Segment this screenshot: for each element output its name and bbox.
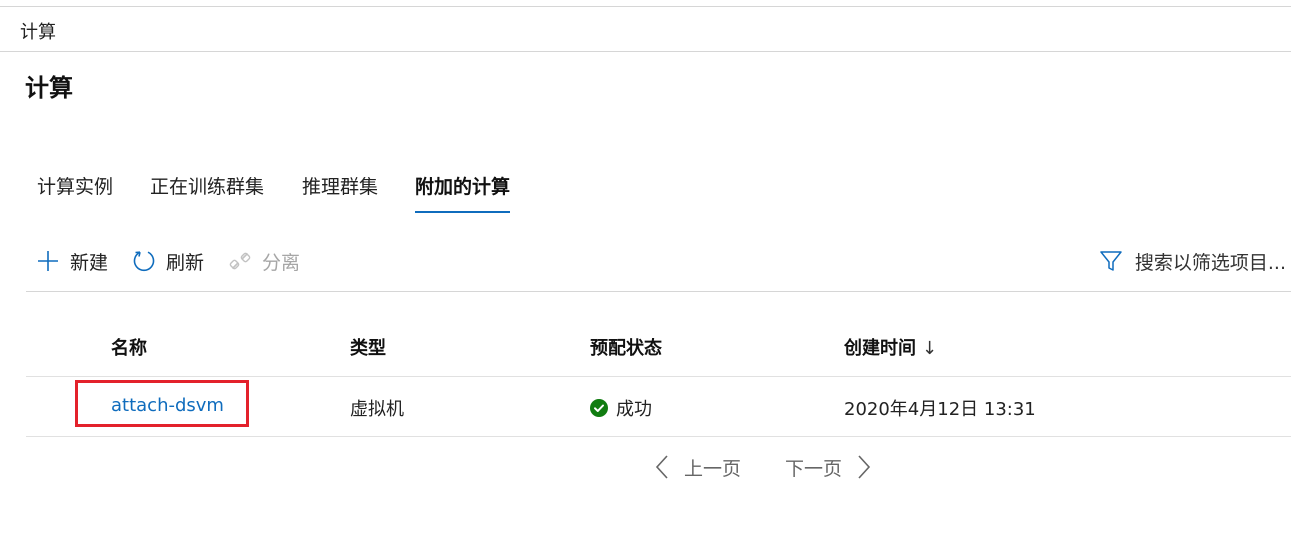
sort-descending-icon: ↓ [922,338,938,359]
breadcrumb[interactable]: 计算 [20,18,56,44]
tab-inference-clusters[interactable]: 推理群集 [302,172,378,209]
detach-button-label: 分离 [262,251,301,274]
column-header-created[interactable]: 创建时间 ↓ [844,334,937,360]
success-check-icon [590,399,608,417]
column-header-created-label: 创建时间 [844,338,916,359]
search-filter-input[interactable]: 搜索以筛选项目... [1099,244,1286,278]
unlink-icon [229,252,251,270]
previous-page-button[interactable]: 上一页 [654,452,741,482]
next-page-button[interactable]: 下一页 [785,452,872,482]
filter-icon [1100,251,1122,271]
detach-button[interactable]: 分离 [228,244,300,278]
page-title: 计算 [25,74,73,102]
new-button[interactable]: 新建 [36,244,108,278]
refresh-button[interactable]: 刷新 [132,244,204,278]
top-divider [0,6,1291,7]
tab-attached-compute[interactable]: 附加的计算 [415,172,511,213]
status-label: 成功 [616,399,652,420]
plus-icon [38,251,58,271]
search-placeholder: 搜索以筛选项目... [1134,251,1286,274]
tab-compute-instances[interactable]: 计算实例 [37,172,113,209]
created-time-cell: 2020年4月12日 13:31 [844,399,1036,420]
next-page-label: 下一页 [785,457,843,480]
refresh-icon [133,251,155,272]
breadcrumb-divider [0,51,1291,52]
tab-training-clusters[interactable]: 正在训练群集 [150,172,264,209]
new-button-label: 新建 [70,251,109,274]
column-header-type[interactable]: 类型 [350,334,386,360]
header-divider [26,376,1291,377]
compute-page: 计算 计算 计算实例 正在训练群集 推理群集 附加的计算 新建 刷新 分离 搜索… [0,0,1291,549]
refresh-button-label: 刷新 [166,251,205,274]
toolbar-divider [26,291,1291,292]
column-header-name[interactable]: 名称 [111,334,147,360]
chevron-right-icon [858,455,871,479]
chevron-left-icon [655,455,668,479]
toolbar: 新建 刷新 分离 搜索以筛选项目... [36,244,1286,278]
compute-type-cell: 虚拟机 [350,399,404,420]
highlight-annotation [75,380,249,427]
row-divider [26,436,1291,437]
column-header-status[interactable]: 预配状态 [590,334,662,360]
provisioning-status-cell: 成功 [590,395,652,421]
previous-page-label: 上一页 [684,457,742,480]
